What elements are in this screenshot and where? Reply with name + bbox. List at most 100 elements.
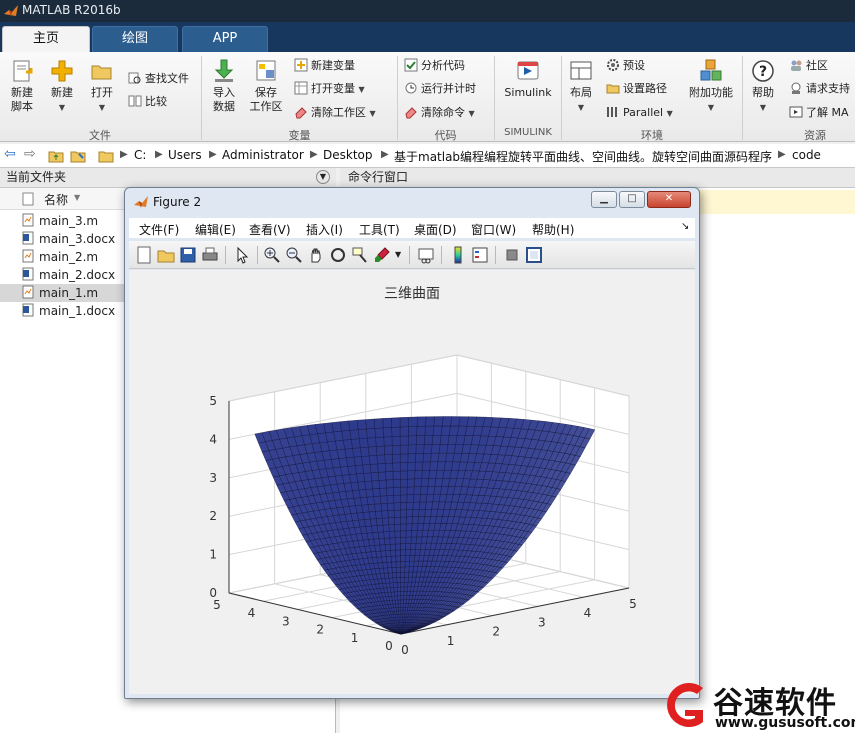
close-button[interactable]: ✕	[647, 191, 691, 208]
breadcrumb-users[interactable]: Users	[168, 148, 202, 162]
colorbar-icon[interactable]	[449, 246, 467, 264]
figure-menu-bar: 文件(F) 编辑(E) 查看(V) 插入(I) 工具(T) 桌面(D) 窗口(W…	[129, 218, 695, 238]
menu-file[interactable]: 文件(F)	[139, 221, 179, 238]
menu-desktop[interactable]: 桌面(D)	[414, 221, 457, 238]
surface-patch	[436, 461, 446, 471]
panel-menu-icon[interactable]: ▼	[316, 170, 330, 184]
import-data-label: 导入 数据	[213, 86, 235, 113]
legend-icon[interactable]	[471, 246, 489, 264]
import-data-button[interactable]: 导入 数据	[206, 58, 242, 114]
compare-button[interactable]: 比较	[128, 93, 167, 111]
eraser-icon	[405, 107, 417, 119]
clear-commands-button[interactable]: 清除命令 ▼	[404, 104, 475, 122]
show-plot-tools-icon[interactable]	[525, 246, 543, 264]
clear-workspace-button[interactable]: 清除工作区 ▼	[294, 104, 376, 122]
addons-button[interactable]: 附加功能 ▼	[686, 58, 736, 115]
code-group-label: 代码	[434, 129, 457, 142]
brush-icon[interactable]	[373, 246, 391, 264]
menu-tools[interactable]: 工具(T)	[359, 221, 400, 238]
find-files-button[interactable]: 查找文件	[128, 70, 189, 88]
surface-patch	[447, 435, 458, 445]
surface-patch	[412, 501, 420, 510]
surface-patch	[415, 543, 422, 550]
surface-patch	[365, 488, 374, 498]
surface-patch	[400, 509, 407, 518]
new-button[interactable]: 新建 ▼	[46, 58, 78, 115]
pointer-arrow-icon[interactable]	[233, 246, 251, 264]
surface-patch	[400, 603, 404, 608]
zoom-in-icon[interactable]	[263, 246, 281, 264]
surface-patch	[417, 523, 424, 531]
layout-button[interactable]: 布局 ▼	[564, 58, 598, 115]
surface-patch	[406, 502, 414, 510]
surface-patch	[383, 436, 393, 447]
pan-hand-icon[interactable]	[307, 246, 325, 264]
back-arrow-icon[interactable]: ⇦	[4, 146, 16, 162]
zoom-out-icon[interactable]	[285, 246, 303, 264]
new-variable-button[interactable]: 新建变量	[294, 57, 355, 75]
open-button[interactable]: 打开 ▼	[86, 58, 118, 115]
breadcrumb-administrator[interactable]: Administrator	[222, 148, 304, 162]
learn-matlab-label: 了解 MA	[806, 106, 849, 119]
surface-patch	[416, 426, 426, 436]
help-label: 帮助	[752, 86, 774, 99]
surface-patch	[400, 591, 405, 596]
new-figure-icon[interactable]	[135, 246, 153, 264]
community-button[interactable]: 社区	[789, 57, 828, 75]
current-folder-title: 当前文件夹	[6, 170, 67, 184]
print-icon[interactable]	[201, 246, 219, 264]
browse-folder-icon[interactable]	[70, 148, 86, 164]
menu-help[interactable]: 帮助(H)	[532, 221, 574, 238]
up-folder-icon[interactable]	[48, 148, 64, 164]
addons-cubes-icon	[700, 59, 722, 81]
forward-arrow-icon[interactable]: ⇨	[24, 146, 36, 162]
figure-title-bar[interactable]: Figure 2 ▁ □ ✕	[125, 188, 699, 216]
breadcrumb-desktop[interactable]: Desktop	[323, 148, 373, 162]
new-script-button[interactable]: 新建 脚本	[4, 58, 40, 114]
help-button[interactable]: ? 帮助 ▼	[747, 58, 779, 115]
breadcrumb-project-folder[interactable]: 基于matlab编程编程旋转平面曲线、空间曲线。旋转空间曲面源码程序	[394, 148, 772, 165]
data-cursor-icon[interactable]	[351, 246, 369, 264]
request-support-button[interactable]: 请求支持	[789, 80, 850, 98]
tab-apps[interactable]: APP	[182, 26, 268, 52]
tab-plots[interactable]: 绘图	[92, 26, 178, 52]
link-plot-icon[interactable]	[417, 246, 435, 264]
surface-patch	[393, 582, 398, 588]
surface-patch	[400, 462, 408, 472]
surface-patch	[417, 516, 425, 524]
menu-insert[interactable]: 插入(I)	[306, 221, 343, 238]
learn-matlab-button[interactable]: 了解 MA	[789, 104, 849, 122]
run-and-time-button[interactable]: 运行并计时	[404, 80, 476, 98]
hide-plot-tools-icon[interactable]	[503, 246, 521, 264]
file-group-label: 文件	[89, 129, 111, 142]
breadcrumb-drive[interactable]: C:	[134, 148, 146, 162]
surface-patch	[412, 566, 419, 573]
open-variable-button[interactable]: 打开变量 ▼	[294, 80, 365, 98]
maximize-button[interactable]: □	[619, 191, 645, 208]
brush-dropdown-icon[interactable]: ▼	[395, 250, 401, 259]
simulink-button[interactable]: Simulink	[500, 58, 556, 100]
minimize-button[interactable]: ▁	[591, 191, 617, 208]
open-file-icon[interactable]	[157, 246, 175, 264]
name-column-header[interactable]: 名称	[44, 191, 68, 208]
analyze-code-button[interactable]: 分析代码	[404, 57, 465, 75]
breadcrumb-code[interactable]: code	[792, 148, 821, 162]
open-variable-dropdown-icon: ▼	[358, 85, 365, 94]
menu-edit[interactable]: 编辑(E)	[195, 221, 236, 238]
surface-patch	[382, 517, 389, 526]
surface-patch	[381, 510, 389, 519]
surface-patch	[378, 471, 387, 481]
tab-home[interactable]: 主页	[2, 26, 90, 52]
surface-patch	[384, 544, 391, 551]
save-icon[interactable]	[179, 246, 197, 264]
menu-view[interactable]: 查看(V)	[249, 221, 291, 238]
save-workspace-button[interactable]: 保存 工作区	[246, 58, 286, 114]
parallel-button[interactable]: Parallel ▼	[606, 104, 673, 122]
menu-window[interactable]: 窗口(W)	[471, 221, 516, 238]
plot-area[interactable]: 0 1 2 3 4 5 0 1 2 3 4 5 0 1 2 3 4 5 三维曲面	[129, 270, 695, 694]
set-path-button[interactable]: 设置路径	[606, 80, 667, 98]
surface-plot[interactable]: 012345012345012345三维曲面	[129, 270, 695, 694]
rotate-3d-icon[interactable]	[329, 246, 347, 264]
preferences-button[interactable]: 预设	[606, 57, 645, 75]
menu-dock-icon[interactable]: ↘	[681, 221, 689, 232]
